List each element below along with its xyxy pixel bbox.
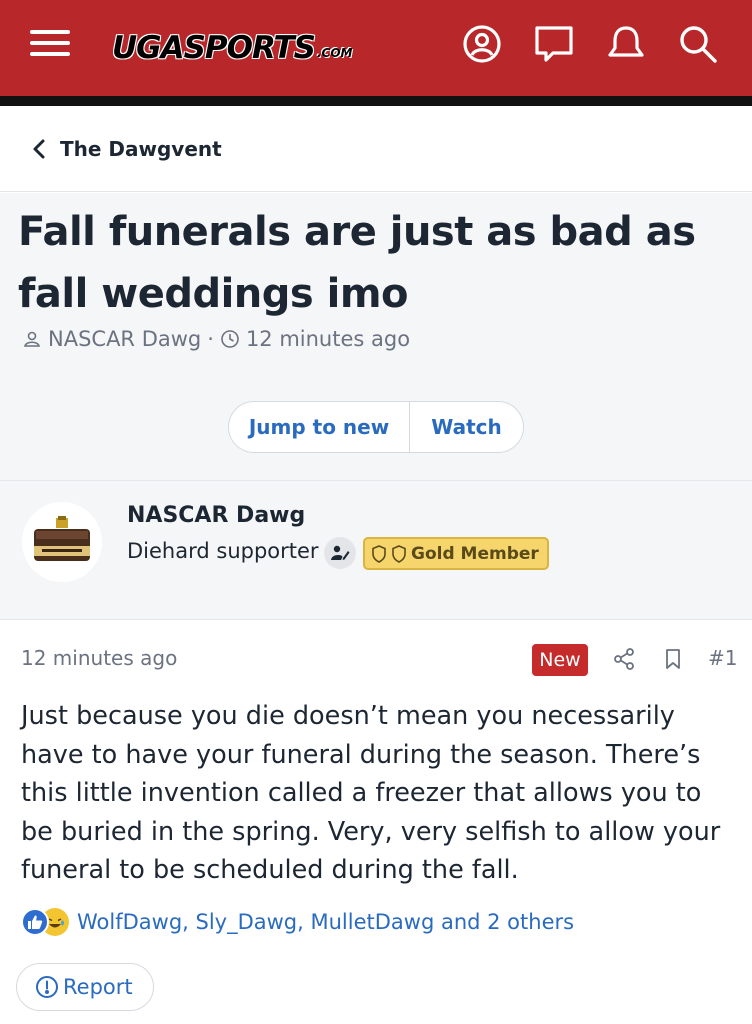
like-reaction-icon — [21, 908, 49, 936]
breadcrumb[interactable]: The Dawgvent — [0, 106, 752, 192]
clock-icon — [221, 330, 239, 348]
user-icon — [24, 331, 40, 347]
post-author-block: NASCAR Dawg Diehard supporter Gold Membe… — [0, 480, 752, 620]
account-icon[interactable] — [460, 22, 504, 66]
breadcrumb-label: The Dawgvent — [60, 136, 222, 161]
alert-circle-icon — [36, 976, 58, 998]
menu-icon[interactable] — [30, 28, 70, 58]
report-button[interactable]: Report — [16, 963, 154, 1011]
jump-to-new-button[interactable]: Jump to new — [229, 402, 410, 452]
search-icon[interactable] — [676, 22, 720, 66]
header-divider — [0, 96, 752, 106]
thread-meta: NASCAR Dawg · 12 minutes ago — [22, 327, 410, 351]
watch-button[interactable]: Watch — [410, 402, 523, 452]
reactions-bar[interactable]: WolfDawg, Sly_Dawg, MulletDawg and 2 oth… — [21, 908, 574, 936]
shield-icon — [392, 544, 406, 563]
thread-time[interactable]: 12 minutes ago — [246, 327, 410, 351]
logo-sub-text: .COM — [316, 46, 353, 60]
alerts-bell-icon[interactable] — [604, 22, 648, 66]
logo-main-text: UGASPORTS — [112, 30, 316, 66]
shield-icon — [372, 544, 386, 563]
share-icon[interactable] — [611, 646, 637, 672]
gold-member-badge: Gold Member — [363, 537, 549, 570]
top-header: UGASPORTS .COM — [0, 0, 752, 96]
site-logo[interactable]: UGASPORTS .COM — [112, 26, 352, 66]
reactions-list[interactable]: WolfDawg, Sly_Dawg, MulletDawg and 2 oth… — [77, 910, 574, 934]
meta-separator: · — [207, 327, 214, 351]
author-user-title: Diehard supporter — [127, 539, 319, 563]
author-name[interactable]: NASCAR Dawg — [127, 503, 305, 528]
post: 12 minutes ago New #1 Just because you d… — [0, 621, 752, 1024]
badge-label: Gold Member — [411, 543, 539, 564]
thread-author[interactable]: NASCAR Dawg — [48, 327, 201, 351]
thread-actions: Jump to new Watch — [228, 401, 524, 453]
new-badge: New — [532, 644, 588, 676]
bookmark-icon[interactable] — [660, 646, 686, 672]
post-body: Just because you die doesn’t mean you ne… — [21, 701, 721, 885]
page-title: Fall funerals are just as bad as fall we… — [18, 209, 696, 317]
thread-header: Fall funerals are just as bad as fall we… — [0, 193, 752, 480]
chevron-left-icon — [33, 139, 45, 158]
avatar[interactable] — [22, 502, 102, 582]
post-time[interactable]: 12 minutes ago — [21, 646, 177, 670]
conversations-icon[interactable] — [532, 22, 576, 66]
post-number[interactable]: #1 — [708, 646, 737, 670]
user-edit-icon — [324, 537, 356, 569]
report-label: Report — [63, 975, 133, 999]
